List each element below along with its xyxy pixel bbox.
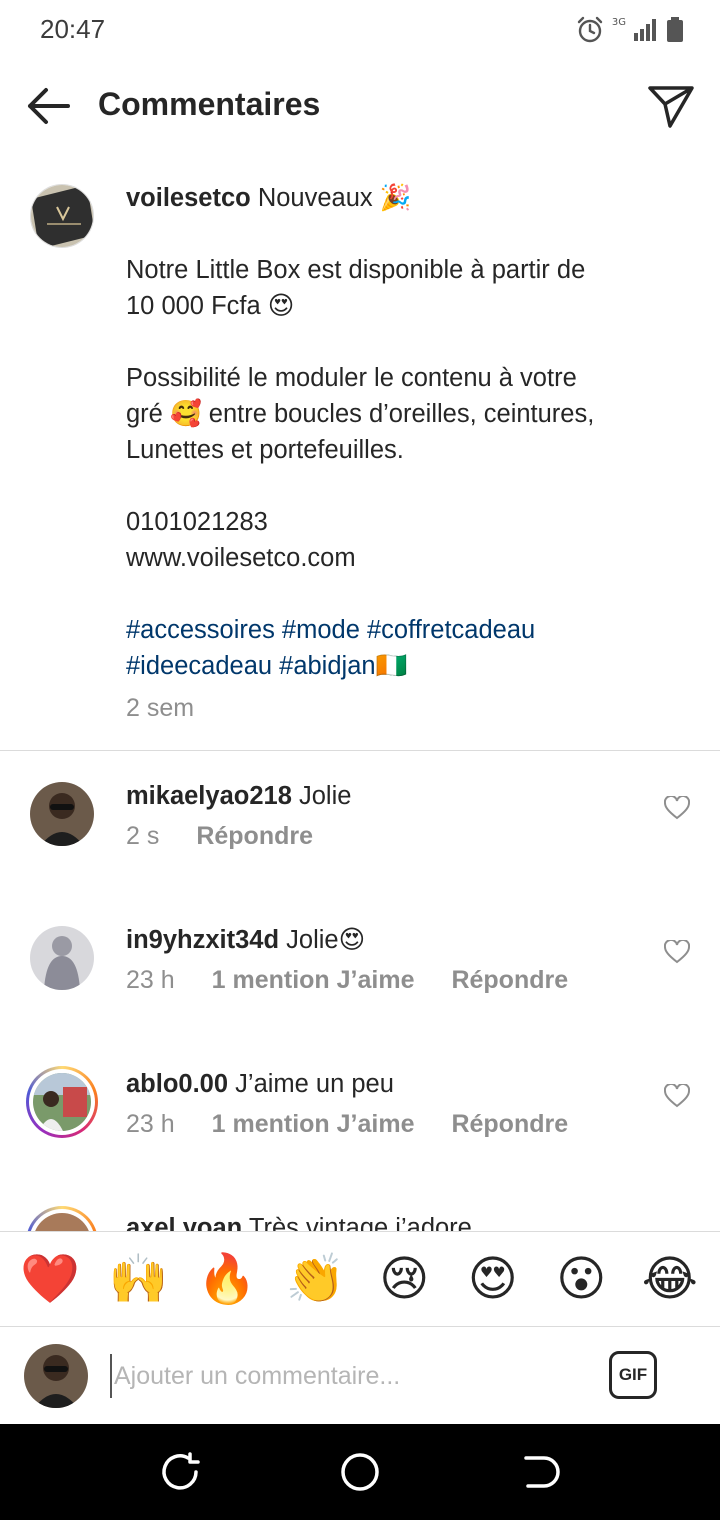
emoji-surprised[interactable]: 😮 [546, 1251, 616, 1307]
home-icon[interactable] [338, 1450, 382, 1494]
heart-icon[interactable] [664, 940, 690, 964]
back-button[interactable] [22, 82, 74, 130]
status-icons: 3G [576, 14, 684, 46]
comment-item: mikaelyao218 Jolie 2 s Répondre [0, 778, 720, 918]
system-nav-bar [0, 1424, 720, 1520]
alarm-icon [577, 16, 603, 43]
caption-hashtags[interactable]: #ideecadeau #abidjan🇨🇮 [126, 648, 686, 684]
comment-time: 23 h [126, 1110, 175, 1138]
comment-body: Jolie [298, 782, 352, 810]
reply-button[interactable]: Répondre [451, 1110, 568, 1138]
emoji-raised-hands[interactable]: 🙌 [104, 1251, 174, 1307]
person-photo-image [24, 1344, 88, 1408]
comment-item: ablo0.00 J’aime un peu 23 h 1 mention J’… [0, 1066, 720, 1206]
caption-text: voilesetco Nouveaux 🎉 Notre Little Box e… [126, 180, 686, 726]
comment-username[interactable]: ablo0.00 [126, 1070, 228, 1098]
share-button[interactable] [646, 82, 696, 132]
story-ring [26, 1066, 98, 1138]
emoji-heart[interactable]: ❤️ [15, 1251, 85, 1307]
comment-body: J’aime un peu [235, 1070, 394, 1098]
avatar-image [30, 782, 94, 846]
arrow-left-icon [28, 88, 70, 124]
heart-icon[interactable] [664, 1084, 690, 1108]
quick-emoji-bar: ❤️ 🙌 🔥 👏 😢 😍 😮 😂 [0, 1231, 720, 1327]
avatar-image [33, 1073, 91, 1131]
comment-text: in9yhzxit34d Jolie😍 [126, 922, 365, 958]
paper-plane-icon [648, 86, 694, 128]
brand-logo-image [31, 185, 93, 247]
caption-line: 10 000 Fcfa 😍 [126, 292, 295, 320]
reply-button[interactable]: Répondre [196, 822, 313, 850]
reply-button[interactable]: Répondre [451, 966, 568, 994]
caption-time-ago: 2 sem [126, 694, 195, 722]
person-photo-image [30, 926, 94, 990]
comment-item: in9yhzxit34d Jolie😍 23 h 1 mention J’aim… [0, 922, 720, 1062]
caption-line: gré 🥰 entre boucles d’oreilles, ceinture… [126, 400, 595, 428]
emoji-clapping[interactable]: 👏 [281, 1251, 351, 1307]
page-title: Commentaires [98, 86, 321, 122]
status-time: 20:47 [40, 14, 106, 44]
avatar[interactable] [30, 184, 94, 248]
caption-line: Lunettes et portefeuilles. [126, 436, 404, 464]
emoji-heart-eyes[interactable]: 😍 [458, 1251, 528, 1307]
comment-time: 2 s [126, 822, 160, 850]
avatar[interactable] [26, 1066, 98, 1138]
avatar[interactable] [26, 778, 98, 850]
comment-text: ablo0.00 J’aime un peu [126, 1066, 394, 1102]
comment-time: 23 h [126, 966, 175, 994]
likes-count[interactable]: 1 mention J’aime [212, 966, 415, 994]
avatar-image [30, 926, 94, 990]
caption-line: Notre Little Box est disponible à partir… [126, 256, 586, 284]
avatar[interactable] [26, 922, 98, 994]
comment-input[interactable] [110, 1354, 580, 1398]
back-nav-icon[interactable] [518, 1450, 562, 1494]
comment-username[interactable]: in9yhzxit34d [126, 926, 279, 954]
caption-line: Nouveaux 🎉 [257, 184, 412, 212]
caption-username[interactable]: voilesetco [126, 184, 251, 212]
recent-apps-icon[interactable] [158, 1450, 202, 1494]
comment-username[interactable]: mikaelyao218 [126, 782, 292, 810]
heart-icon[interactable] [664, 796, 690, 820]
caption-website[interactable]: www.voilesetco.com [126, 540, 686, 576]
comment-meta: 2 s Répondre [126, 822, 343, 851]
likes-count[interactable]: 1 mention J’aime [212, 1110, 415, 1138]
header: Commentaires [0, 60, 720, 152]
avatar [24, 1344, 88, 1408]
comment-composer: GIF [0, 1328, 720, 1424]
emoji-laughing[interactable]: 😂 [635, 1251, 705, 1307]
emoji-fire[interactable]: 🔥 [192, 1251, 262, 1307]
signal-icon [634, 19, 656, 41]
caption-first-line: voilesetco Nouveaux 🎉 [126, 180, 686, 216]
person-photo-image [30, 782, 94, 846]
comment-text: mikaelyao218 Jolie [126, 778, 351, 814]
post-caption: voilesetco Nouveaux 🎉 Notre Little Box e… [0, 168, 720, 750]
comment-meta: 23 h 1 mention J’aime Répondre [126, 966, 598, 995]
comment-meta: 23 h 1 mention J’aime Répondre [126, 1110, 598, 1139]
caption-hashtags[interactable]: #accessoires #mode #coffretcadeau [126, 612, 686, 648]
caption-line: Possibilité le moduler le contenu à votr… [126, 364, 577, 392]
caption-phone: 0101021283 [126, 508, 268, 536]
person-photo-image [33, 1073, 91, 1131]
emoji-crying[interactable]: 😢 [369, 1251, 439, 1307]
gif-button[interactable]: GIF [609, 1351, 657, 1399]
battery-icon [667, 17, 683, 42]
comment-body: Jolie😍 [286, 926, 366, 954]
divider [0, 750, 720, 751]
network-label: 3G [611, 16, 626, 28]
status-bar: 20:47 3G [0, 0, 720, 60]
